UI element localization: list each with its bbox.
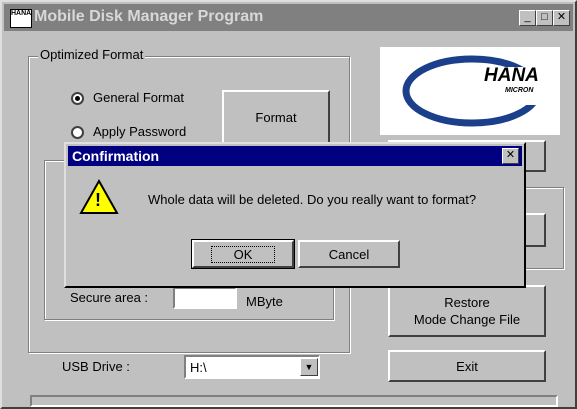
cancel-button-label: Cancel bbox=[328, 246, 370, 262]
logo-name: HANA bbox=[484, 65, 539, 86]
general-format-radio[interactable] bbox=[71, 92, 84, 105]
hana-micron-logo: HANA MICRON bbox=[380, 47, 560, 135]
optimized-format-legend: Optimized Format bbox=[38, 47, 146, 62]
chevron-down-icon[interactable]: ▼ bbox=[300, 358, 318, 376]
app-icon-text: HANA bbox=[11, 10, 32, 17]
window-titlebar[interactable]: HANA Mobile Disk Manager Program _ □ ✕ bbox=[4, 4, 573, 31]
warning-icon: ! bbox=[79, 178, 119, 216]
exit-button-label: Exit bbox=[456, 358, 478, 374]
restore-label-line2: Mode Change File bbox=[413, 312, 521, 327]
close-icon: ✕ bbox=[505, 149, 516, 161]
confirmation-dialog: Confirmation ✕ ! Whole data will be dele… bbox=[64, 142, 526, 288]
dialog-title: Confirmation bbox=[72, 148, 160, 164]
status-bar bbox=[30, 395, 558, 407]
close-icon: ✕ bbox=[556, 11, 567, 23]
general-format-label[interactable]: General Format bbox=[93, 90, 184, 105]
restore-label-line1: Restore bbox=[444, 295, 490, 310]
format-button-label: Format bbox=[255, 110, 297, 125]
close-button[interactable]: ✕ bbox=[553, 10, 570, 26]
secure-area-label: Secure area : bbox=[70, 290, 149, 305]
maximize-icon: □ bbox=[541, 11, 548, 23]
minimize-button[interactable]: _ bbox=[519, 10, 536, 26]
exit-button[interactable]: Exit bbox=[388, 350, 546, 382]
secure-area-input[interactable] bbox=[173, 287, 237, 309]
apply-password-label[interactable]: Apply Password bbox=[93, 124, 186, 139]
dialog-titlebar[interactable]: Confirmation ✕ bbox=[68, 146, 522, 166]
maximize-button[interactable]: □ bbox=[536, 10, 553, 26]
apply-password-radio[interactable] bbox=[71, 126, 84, 139]
format-button[interactable]: Format bbox=[222, 90, 330, 145]
ok-button-label: OK bbox=[210, 245, 276, 263]
cancel-button[interactable]: Cancel bbox=[298, 240, 400, 268]
usb-drive-select[interactable]: H:\ ▼ bbox=[184, 355, 320, 379]
logo-sub: MICRON bbox=[505, 87, 534, 94]
dialog-message: Whole data will be deleted. Do you reall… bbox=[148, 192, 477, 207]
dialog-close-button[interactable]: ✕ bbox=[502, 148, 519, 164]
usb-drive-label: USB Drive : bbox=[62, 359, 130, 374]
usb-drive-value: H:\ bbox=[190, 360, 207, 375]
secure-area-unit: MByte bbox=[246, 294, 283, 309]
ok-button[interactable]: OK bbox=[191, 239, 295, 269]
window-title: Mobile Disk Manager Program bbox=[34, 8, 264, 25]
app-logo-icon: HANA bbox=[10, 9, 32, 28]
restore-mode-change-file-button[interactable]: Restore Mode Change File bbox=[388, 285, 546, 337]
warning-glyph: ! bbox=[95, 190, 101, 210]
minimize-icon: _ bbox=[524, 11, 531, 23]
